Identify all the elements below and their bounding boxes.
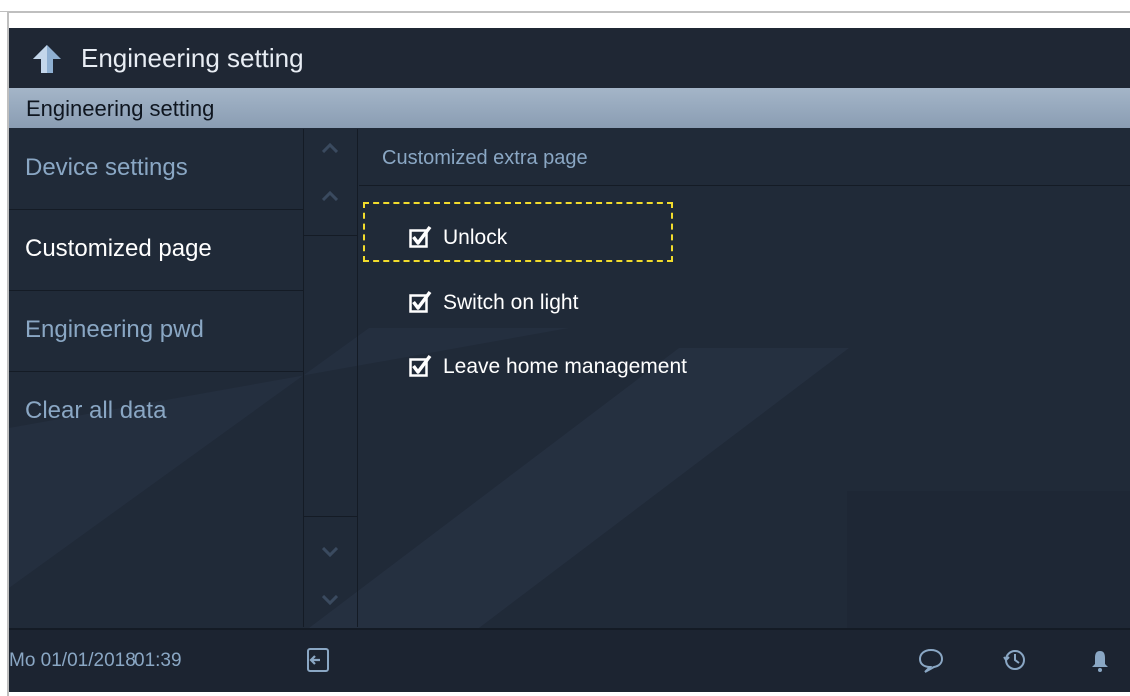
- status-date: Mo 01/01/2018: [9, 650, 136, 671]
- option-label: Leave home management: [443, 355, 687, 378]
- title-bar: Engineering setting: [9, 28, 1130, 88]
- chevron-down-icon: [322, 595, 338, 605]
- scroll-up-button[interactable]: [304, 129, 357, 169]
- status-bar: Mo 01/01/2018 01:39: [9, 628, 1130, 692]
- section-header-label: Engineering setting: [26, 96, 215, 121]
- content-title: Customized extra page: [382, 147, 588, 169]
- chevron-up-icon: [322, 143, 338, 153]
- scroll-down-button[interactable]: [304, 581, 357, 621]
- scrollbar-track[interactable]: [304, 235, 357, 517]
- exit-door-icon[interactable]: [305, 646, 333, 674]
- message-bubble-icon[interactable]: [917, 646, 945, 674]
- content-divider: [359, 185, 1130, 186]
- page-title: Engineering setting: [81, 43, 304, 73]
- bell-icon[interactable]: [1086, 646, 1114, 674]
- checkbox-checked-icon[interactable]: [409, 354, 433, 378]
- option-label: Switch on light: [443, 291, 579, 314]
- status-time: 01:39: [134, 650, 182, 671]
- option-label: Unlock: [443, 226, 508, 249]
- sidebar-item-label: Engineering pwd: [25, 316, 204, 343]
- sidebar-item-customized-page[interactable]: Customized page: [9, 210, 303, 291]
- scroll-column: [303, 129, 358, 627]
- device-screen: Engineering setting Engineering setting …: [9, 28, 1130, 692]
- checkbox-checked-icon[interactable]: [409, 290, 433, 314]
- sidebar-item-label: Customized page: [25, 235, 212, 262]
- sidebar-item-clear-all-data[interactable]: Clear all data: [9, 372, 303, 453]
- frame-top-border: [0, 11, 1130, 13]
- chevron-down-icon: [322, 547, 338, 557]
- sidebar-item-engineering-pwd[interactable]: Engineering pwd: [9, 291, 303, 372]
- section-header: Engineering setting: [9, 88, 1130, 128]
- checkbox-checked-icon[interactable]: [409, 225, 433, 249]
- sidebar-item-device-settings[interactable]: Device settings: [9, 129, 303, 210]
- sidebar: Device settings Customized page Engineer…: [9, 129, 303, 627]
- history-clock-icon[interactable]: [1001, 646, 1029, 674]
- sidebar-item-label: Clear all data: [25, 397, 167, 424]
- scroll-page-up-button[interactable]: [304, 177, 357, 217]
- chevron-up-icon: [322, 191, 338, 201]
- back-arrow-icon[interactable]: [31, 43, 63, 75]
- sidebar-item-label: Device settings: [25, 154, 188, 181]
- scroll-page-down-button[interactable]: [304, 533, 357, 573]
